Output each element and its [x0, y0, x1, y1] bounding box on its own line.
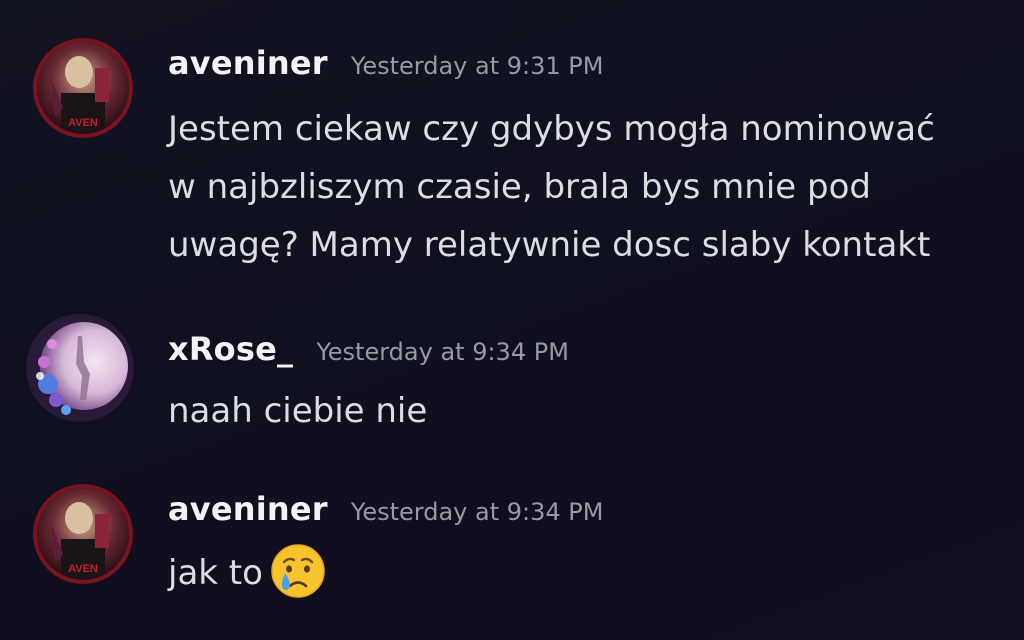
message-text-line: naah ciebie nie	[168, 391, 428, 431]
timestamp[interactable]: Yesterday at 9:34 PM	[351, 498, 604, 526]
message-header: aveniner Yesterday at 9:34 PM	[168, 490, 603, 528]
chat-message: AVEN aveniner Yesterday at 9:31 PM Jeste…	[0, 32, 1024, 272]
xrose-avatar-image	[26, 314, 134, 422]
avatar-badge-text: AVEN	[68, 563, 98, 575]
username[interactable]: aveniner	[168, 44, 328, 82]
avatar-aveniner[interactable]: AVEN	[33, 484, 133, 584]
crying-face-emoji-icon	[271, 543, 325, 598]
message-text: jak to	[168, 553, 263, 593]
timestamp[interactable]: Yesterday at 9:31 PM	[351, 52, 604, 80]
message-header: xRose_ Yesterday at 9:34 PM	[168, 330, 569, 368]
message-text-line: w najbzliszym czasie, brala bys mnie pod	[168, 167, 871, 207]
chat-message-list: AVEN aveniner Yesterday at 9:31 PM Jeste…	[0, 0, 1024, 640]
message-header: aveniner Yesterday at 9:31 PM	[168, 44, 603, 82]
message-text-line: Jestem ciekaw czy gdybys mogła nominować	[168, 109, 935, 149]
aveniner-avatar-image: AVEN	[33, 38, 133, 138]
message-content: jak to	[168, 543, 988, 602]
avatar-badge-text: AVEN	[68, 117, 98, 129]
avatar-aveniner[interactable]: AVEN	[33, 38, 133, 138]
message-content: naah ciebie nie	[168, 382, 988, 440]
username[interactable]: xRose_	[168, 330, 293, 368]
chat-message: xRose_ Yesterday at 9:34 PM naah ciebie …	[0, 312, 1024, 432]
chat-message: AVEN aveniner Yesterday at 9:34 PM jak t…	[0, 478, 1024, 598]
message-content: Jestem ciekaw czy gdybys mogła nominować…	[168, 100, 988, 274]
message-text-line: uwagę? Mamy relatywnie dosc slaby kontak…	[168, 225, 931, 265]
username[interactable]: aveniner	[168, 490, 328, 528]
timestamp[interactable]: Yesterday at 9:34 PM	[316, 338, 569, 366]
message-text-line: jak to	[168, 543, 988, 602]
avatar-xrose[interactable]	[26, 314, 134, 422]
aveniner-avatar-image: AVEN	[33, 484, 133, 584]
